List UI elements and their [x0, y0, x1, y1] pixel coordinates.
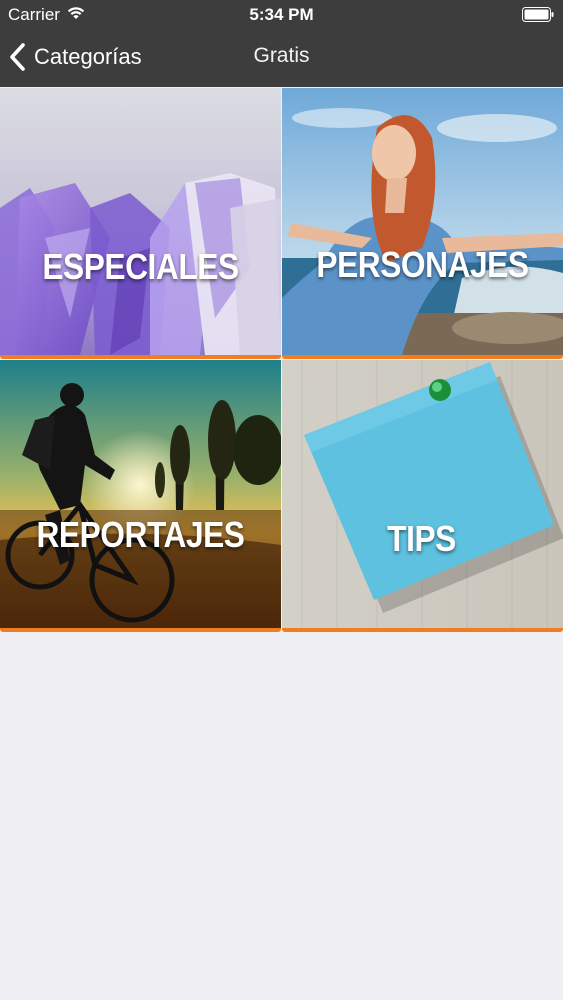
category-label: TIPS: [387, 518, 456, 559]
cyclist-sunset-image: [0, 360, 281, 628]
navigation-bar: Categorías Gratis: [0, 30, 563, 86]
category-label: PERSONAJES: [316, 244, 529, 285]
category-label: REPORTAJES: [36, 514, 245, 555]
status-time: 5:34 PM: [249, 5, 314, 24]
back-button[interactable]: Categorías: [8, 42, 142, 72]
chevron-left-icon: [10, 43, 25, 71]
category-label: ESPECIALES: [42, 246, 239, 287]
category-tile-especiales[interactable]: ESPECIALES: [0, 88, 281, 359]
top-bar: Carrier 5:34 PM Categorías Gratis: [0, 0, 563, 87]
status-bar: Carrier 5:34 PM: [0, 0, 563, 30]
battery-icon: [522, 7, 554, 22]
amethyst-crystals-image: [0, 88, 281, 355]
sticky-note-image: [282, 360, 563, 628]
category-tile-reportajes[interactable]: REPORTAJES: [0, 360, 281, 632]
back-button-label: Categorías: [34, 44, 142, 69]
woman-seaside-image: [282, 88, 563, 355]
category-tile-tips[interactable]: TIPS: [282, 360, 563, 632]
category-tile-personajes[interactable]: PERSONAJES: [282, 88, 563, 359]
